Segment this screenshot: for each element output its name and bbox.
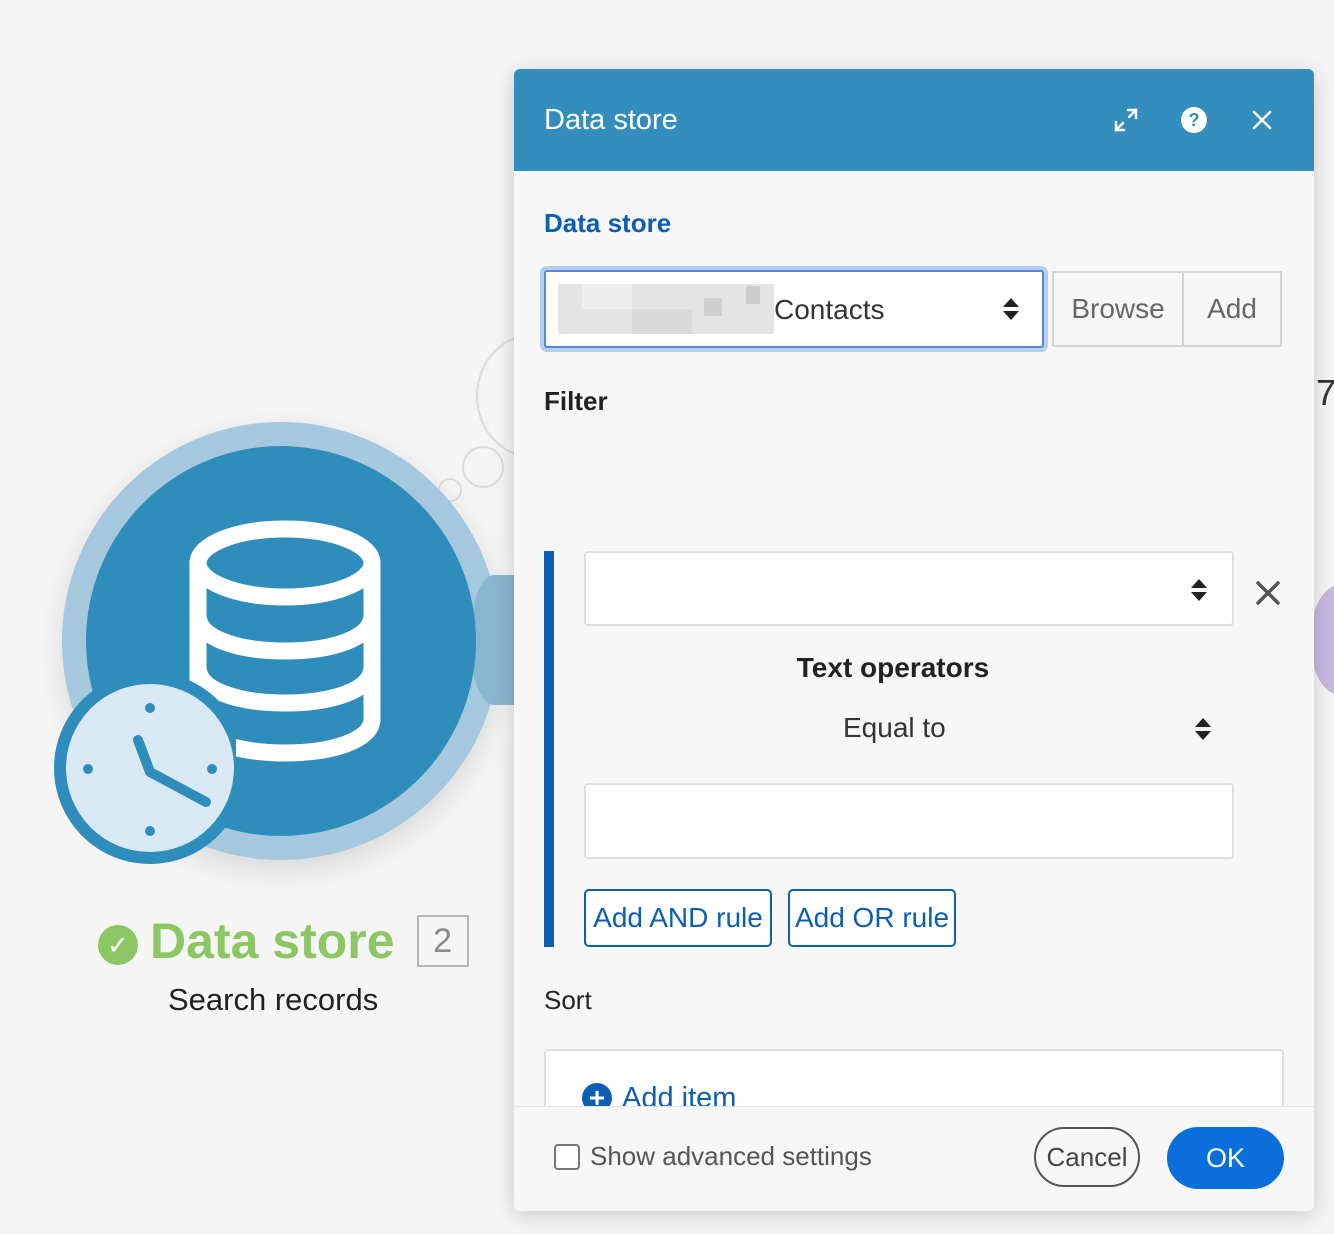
help-icon[interactable]: ? (1172, 98, 1216, 142)
data-store-dialog: Data store ? Data store Contacts Browse … (514, 69, 1314, 1211)
clock-icon (54, 672, 236, 864)
operator-select[interactable]: Equal to (843, 712, 946, 744)
module-subtitle: Search records (168, 982, 379, 1017)
remove-rule-icon[interactable] (1252, 577, 1284, 609)
ok-button[interactable]: OK (1167, 1127, 1284, 1189)
data-store-actions: Browse Add (1052, 271, 1282, 347)
add-and-rule-button[interactable]: Add AND rule (584, 889, 772, 947)
dialog-header: Data store ? (514, 69, 1314, 171)
data-store-value: Contacts (774, 294, 885, 325)
select-arrows-icon (1188, 575, 1210, 605)
operators-group-title: Text operators (796, 652, 990, 683)
cancel-button[interactable]: Cancel (1034, 1127, 1140, 1187)
redacted-area (704, 298, 722, 316)
redacted-area (746, 286, 760, 304)
side-module-fragment: 7 (1316, 372, 1334, 413)
close-icon[interactable] (1240, 98, 1284, 142)
redacted-area (632, 309, 692, 334)
redacted-area (582, 284, 632, 309)
dialog-footer: Show advanced settings Cancel OK (514, 1106, 1314, 1211)
expand-icon[interactable] (1104, 98, 1148, 142)
filter-value-input[interactable] (584, 783, 1234, 859)
module-title: Data store (150, 913, 395, 969)
module-label: ✓ Data store 2 (98, 912, 469, 970)
data-store-label: Data store (544, 208, 672, 238)
sort-label: Sort (544, 985, 592, 1015)
connection-bubble-medium (462, 446, 504, 488)
select-arrows-icon[interactable] (1192, 714, 1214, 744)
advanced-settings-label[interactable]: Show advanced settings (590, 1141, 872, 1172)
module-connector[interactable] (470, 575, 518, 705)
data-store-select[interactable]: Contacts (544, 270, 1044, 348)
module-id-badge: 2 (416, 915, 469, 967)
select-arrows-icon (1000, 294, 1022, 324)
browse-button[interactable]: Browse (1052, 271, 1184, 347)
filter-field-select[interactable] (584, 551, 1234, 626)
advanced-settings-checkbox[interactable] (554, 1144, 580, 1170)
filter-label: Filter (544, 386, 608, 416)
check-circle-icon: ✓ (98, 925, 138, 965)
add-or-rule-button[interactable]: Add OR rule (788, 889, 956, 947)
add-button[interactable]: Add (1184, 271, 1282, 347)
svg-text:?: ? (1189, 110, 1200, 130)
dialog-title: Data store (544, 103, 678, 136)
filter-group-bar (544, 551, 554, 947)
